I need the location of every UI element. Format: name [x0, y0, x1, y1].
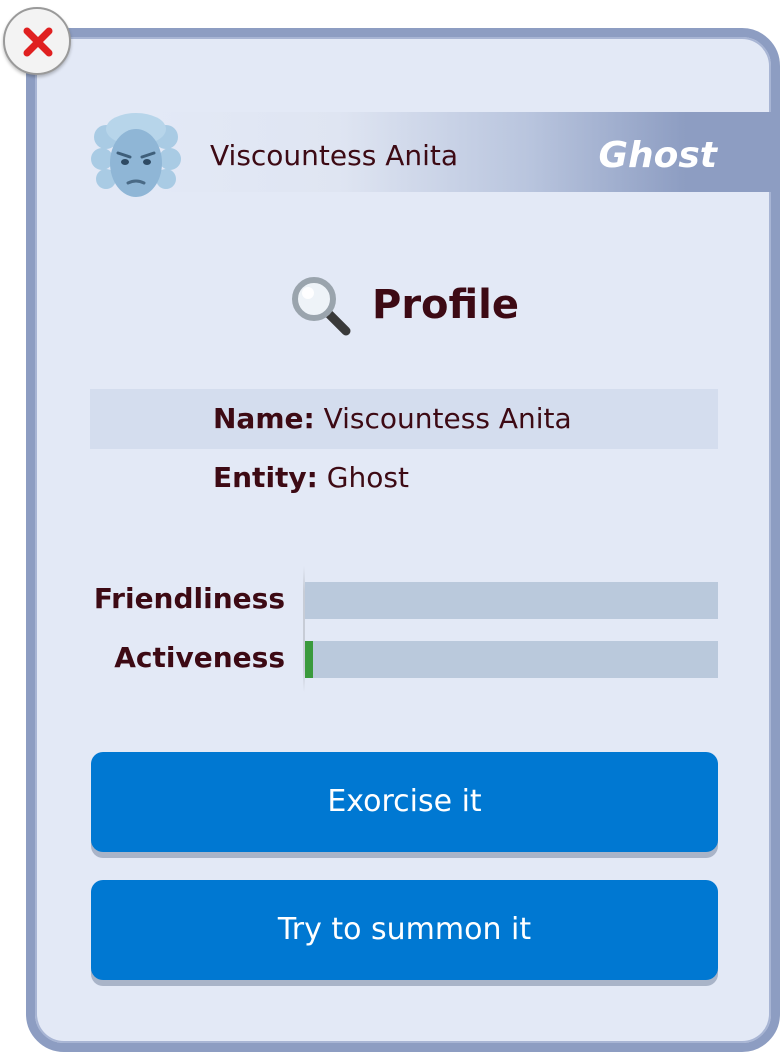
name-value: Viscountess Anita [323, 402, 572, 435]
magnifying-glass-icon [292, 277, 351, 336]
exorcise-button[interactable]: Exorcise it [91, 752, 718, 852]
activeness-label: Activeness [114, 641, 285, 674]
name-label: Name: [213, 402, 315, 435]
close-button[interactable] [3, 7, 71, 75]
entity-row: Entity: Ghost [90, 448, 718, 508]
activeness-bar [305, 641, 718, 678]
profile-heading: Profile [288, 272, 519, 338]
ghost-avatar [91, 113, 181, 197]
summon-button[interactable]: Try to summon it [91, 880, 718, 980]
friendliness-bar [305, 582, 718, 619]
activeness-fill [305, 641, 314, 678]
name-row: Name: Viscountess Anita [90, 389, 718, 449]
header-entity-type: Ghost [598, 135, 717, 176]
entity-label: Entity: [213, 461, 318, 494]
header-entity-name: Viscountess Anita [210, 139, 459, 172]
profile-title: Profile [372, 282, 520, 328]
entity-value: Ghost [326, 461, 409, 494]
friendliness-label: Friendliness [93, 582, 285, 615]
close-icon [23, 27, 53, 57]
